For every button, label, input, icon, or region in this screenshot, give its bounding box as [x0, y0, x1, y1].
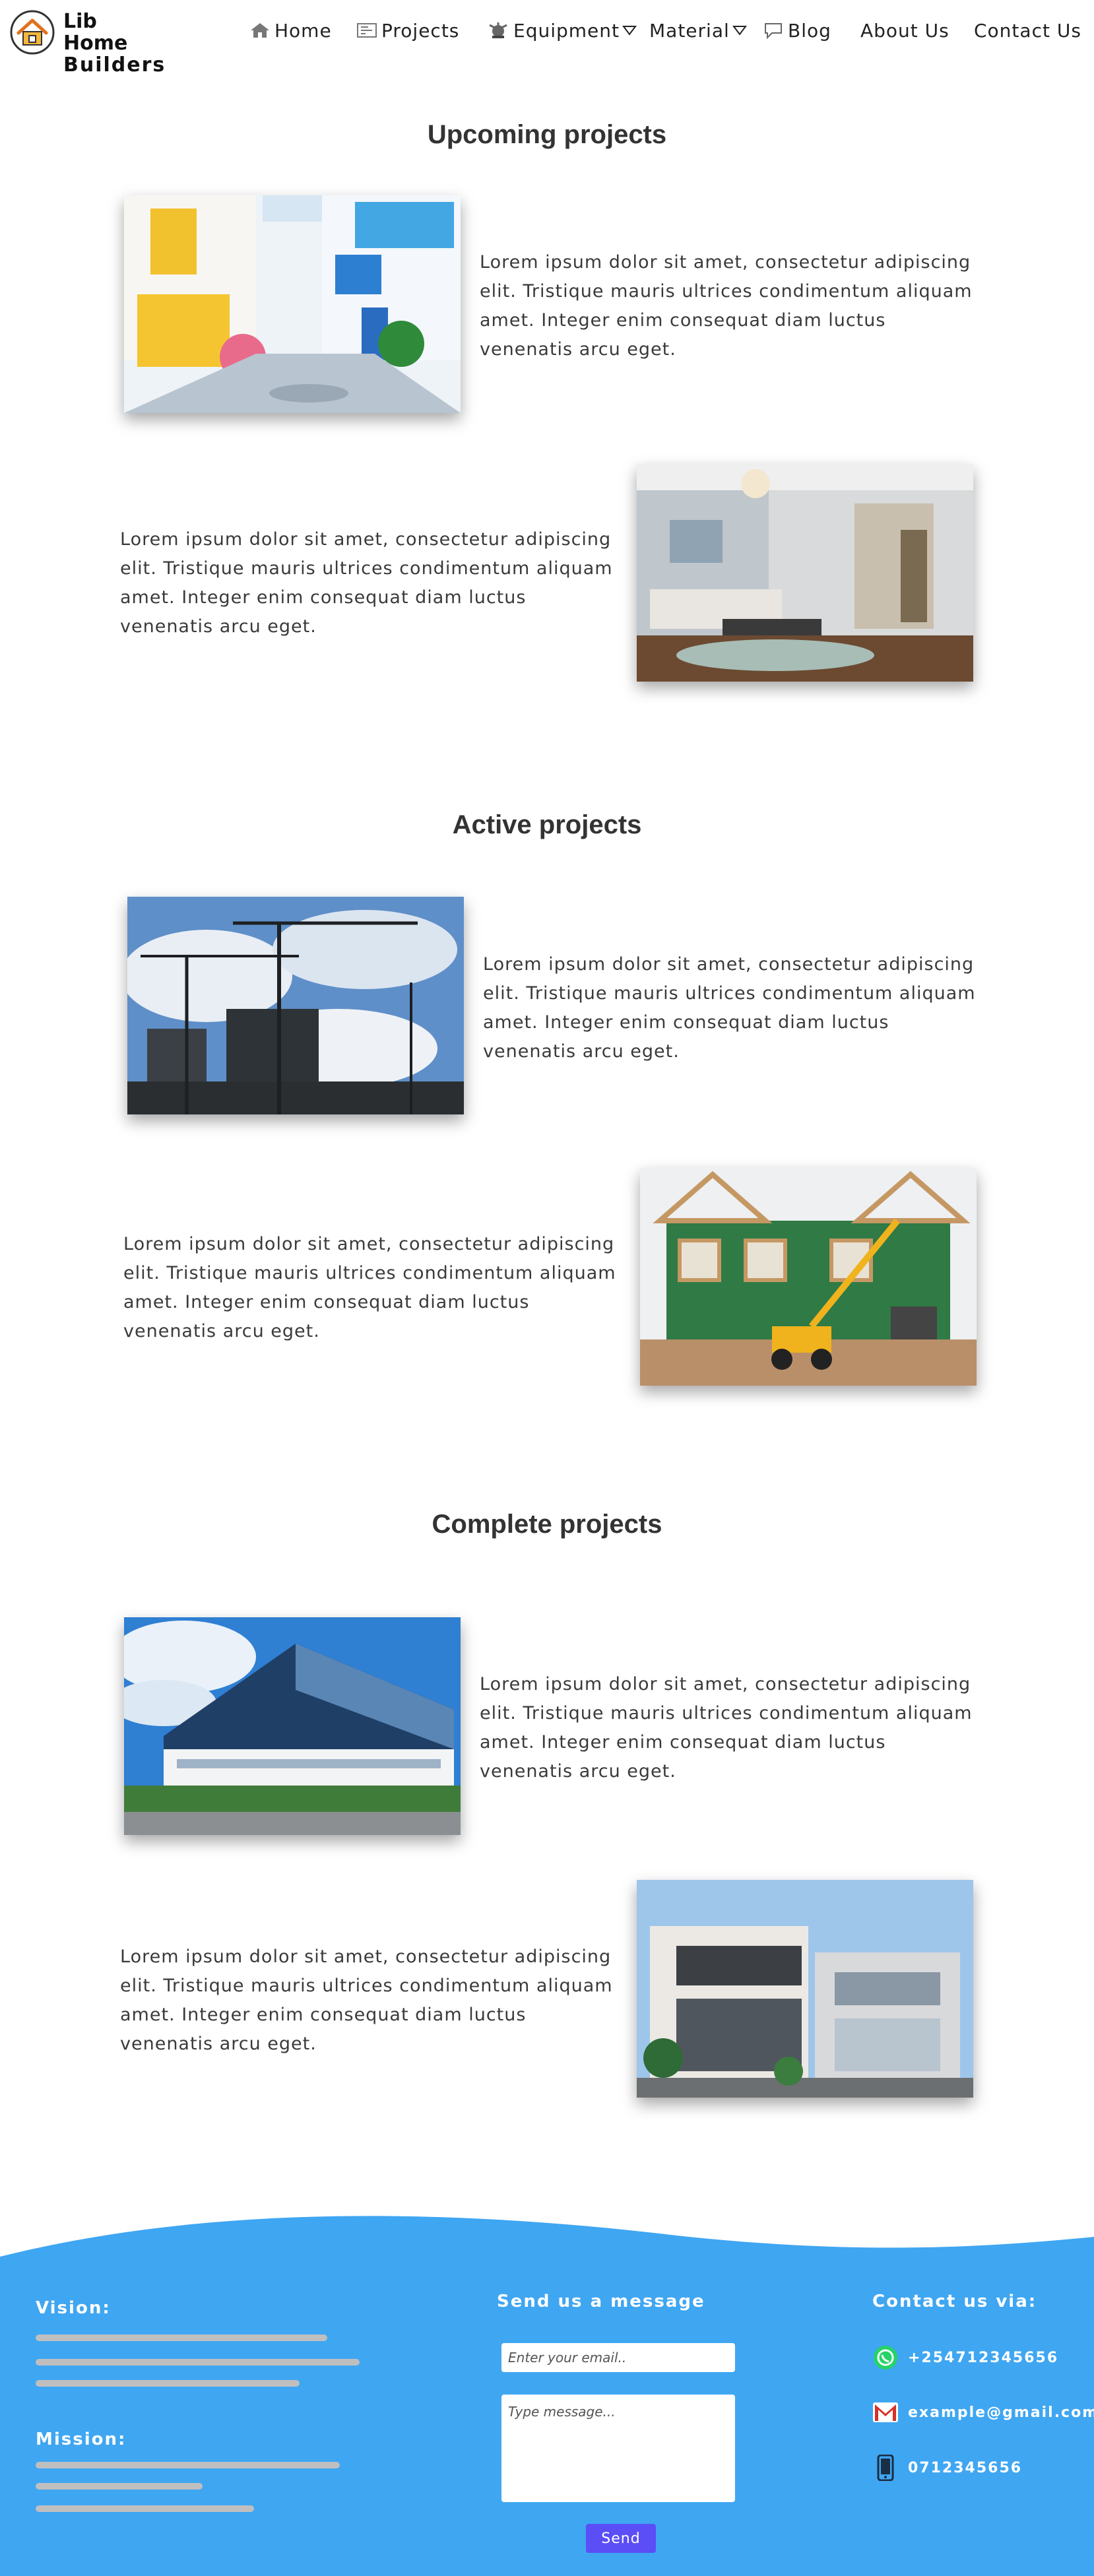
mission-line-1 [36, 2462, 340, 2468]
phone-icon [871, 2453, 900, 2482]
brand-line-1: Lib Home [63, 10, 128, 55]
send-button[interactable]: Send [586, 2524, 656, 2553]
nav-home-label: Home [274, 19, 332, 42]
site-footer [0, 2210, 1094, 2576]
brand-line-2: Builders [63, 53, 166, 77]
top-navbar: Lib Home Builders Home Projects Equipmen… [0, 0, 1094, 76]
email-address: example@gmail.com [908, 2404, 1094, 2421]
nav-blog[interactable]: Blog [763, 17, 831, 44]
glass-office-building-photo [124, 1617, 461, 1835]
gmail-icon [871, 2398, 900, 2427]
house-logo-icon [10, 10, 55, 55]
chevron-down-icon [732, 26, 747, 36]
home-icon [251, 23, 269, 38]
nav-projects-label: Projects [381, 19, 460, 42]
upcoming-1-description: Lorem ipsum dolor sit amet, consectetur … [480, 252, 973, 360]
whatsapp-number: +254712345656 [908, 2349, 1059, 2366]
active-1-description: Lorem ipsum dolor sit amet, consectetur … [483, 954, 976, 1062]
colorful-street-photo [124, 195, 461, 413]
nav-home[interactable]: Home [249, 17, 332, 44]
house-framing-photo [640, 1168, 977, 1386]
blueprint-icon [357, 23, 377, 38]
complete-2-description: Lorem ipsum dolor sit amet, consectetur … [120, 1947, 613, 2054]
email-input[interactable] [501, 2343, 735, 2372]
nav-blog-label: Blog [788, 19, 831, 42]
footer-wave-background [0, 2216, 1094, 2576]
nav-about-label: About Us [860, 19, 949, 42]
upcoming-projects-title: Upcoming projects [427, 120, 667, 149]
nav-contact-label: Contact Us [974, 19, 1081, 42]
vision-line-2 [36, 2359, 360, 2366]
vision-line-1 [36, 2334, 327, 2341]
nav-equipment-label: Equipment [513, 19, 620, 42]
living-room-photo [637, 464, 973, 682]
nav-material-label: Material [649, 19, 730, 42]
mission-line-3 [36, 2505, 254, 2512]
contact-heading: Contact us via: [872, 2292, 1037, 2311]
nav-equipment-dropdown[interactable]: Equipment [487, 17, 641, 44]
send-message-heading: Send us a message [497, 2292, 705, 2311]
phone-number: 0712345656 [908, 2459, 1023, 2476]
chevron-down-icon [622, 26, 637, 36]
vision-heading: Vision: [36, 2298, 111, 2318]
mission-heading: Mission: [36, 2430, 127, 2449]
brand-name: Lib Home Builders [63, 11, 166, 76]
whatsapp-icon [871, 2343, 900, 2372]
message-textarea[interactable] [501, 2395, 735, 2502]
complete-projects-title: Complete projects [432, 1510, 662, 1539]
upcoming-2-description: Lorem ipsum dolor sit amet, consectetur … [120, 529, 613, 637]
whatsapp-contact[interactable]: +254712345656 [871, 2343, 1058, 2372]
excavator-icon [489, 22, 507, 38]
nav-projects[interactable]: Projects [356, 17, 459, 44]
brand-logo[interactable]: Lib Home Builders [9, 7, 164, 76]
complete-1-description: Lorem ipsum dolor sit amet, consectetur … [480, 1674, 973, 1782]
nav-material-dropdown[interactable]: Material [649, 17, 751, 44]
chat-bubble-icon [765, 23, 782, 40]
mission-line-2 [36, 2483, 203, 2490]
vision-line-3 [36, 2380, 300, 2387]
modern-house-photo [637, 1880, 973, 2098]
email-contact[interactable]: example@gmail.com [871, 2398, 1094, 2427]
cranes-construction-photo [127, 897, 464, 1114]
active-projects-title: Active projects [452, 810, 642, 839]
active-2-description: Lorem ipsum dolor sit amet, consectetur … [123, 1234, 616, 1341]
nav-contact[interactable]: Contact Us [974, 17, 1081, 44]
phone-contact[interactable]: 0712345656 [871, 2453, 1022, 2482]
nav-about[interactable]: About Us [860, 17, 949, 44]
